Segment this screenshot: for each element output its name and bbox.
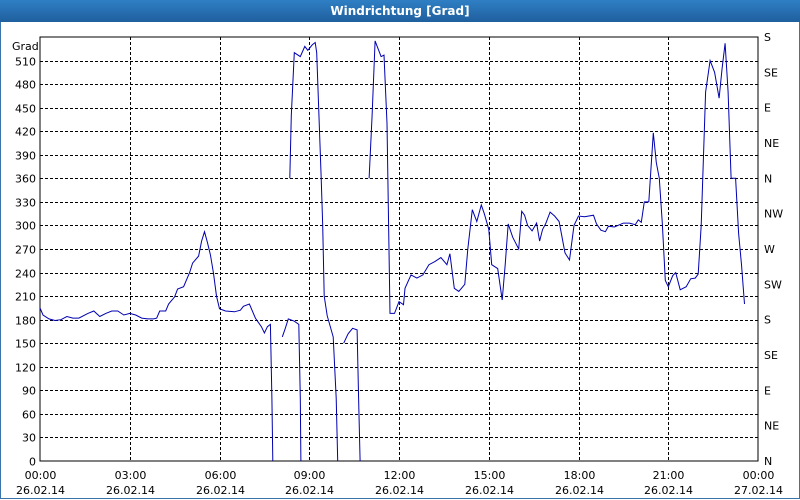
y-tick-label: 120 <box>15 362 36 375</box>
x-tick-date: 26.02.14 <box>16 484 65 497</box>
y-axis-ticks: 0 30 60 90 120 150 180 210 240 270 300 330 360 390 420… <box>15 56 36 469</box>
x-tick-time: 00:00 <box>25 469 57 482</box>
x-tick-date: 26.02.14 <box>644 484 693 497</box>
y-tick-label: 420 <box>15 126 36 139</box>
series-line-segment <box>368 40 745 314</box>
x-tick-time: 03:00 <box>115 469 147 482</box>
y-tick-label: 180 <box>15 315 36 328</box>
x-tick-date: 26.02.14 <box>465 484 514 497</box>
y-axis-label: Grad <box>12 40 39 53</box>
x-tick-time: 00:00 <box>743 469 775 482</box>
right-tick-label: W <box>764 243 775 256</box>
right-axis-ticks: N NE E SE S SW W NW N NE E SE S <box>764 31 783 468</box>
y-tick-label: 300 <box>15 220 36 233</box>
series-line-segment <box>343 327 361 462</box>
y-tick-label: 360 <box>15 173 36 186</box>
series-line-segment <box>281 318 302 462</box>
y-tick-label: 270 <box>15 244 36 257</box>
y-tick-label: 0 <box>29 456 36 469</box>
x-tick-date: 26.02.14 <box>196 484 245 497</box>
y-tick-label: 450 <box>15 103 36 116</box>
grid-lines <box>39 36 759 462</box>
right-tick-label: SE <box>764 349 778 362</box>
x-tick-date: 26.02.14 <box>555 484 604 497</box>
x-tick-date: 27.02.14 <box>734 484 783 497</box>
x-tick-date: 26.02.14 <box>285 484 334 497</box>
series-line-segment <box>39 229 274 462</box>
right-tick-label: SW <box>764 278 782 291</box>
y-tick-label: 390 <box>15 150 36 163</box>
right-tick-label: E <box>764 102 771 115</box>
series-group <box>39 40 745 462</box>
right-tick-label: N <box>764 172 772 185</box>
y-tick-label: 510 <box>15 56 36 69</box>
x-tick-date: 26.02.14 <box>375 484 424 497</box>
y-tick-label: 90 <box>22 385 36 398</box>
x-tick-time: 12:00 <box>384 469 416 482</box>
right-tick-label: NW <box>764 208 783 221</box>
right-tick-label: N <box>764 455 772 468</box>
line-chart: 0 30 60 90 120 150 180 210 240 270 300 330 360 390 420… <box>12 31 783 497</box>
y-tick-label: 30 <box>22 432 36 445</box>
y-tick-label: 480 <box>15 79 36 92</box>
right-tick-label: S <box>764 314 771 327</box>
y-tick-label: 60 <box>22 409 36 422</box>
right-tick-label: E <box>764 384 771 397</box>
x-tick-date: 26.02.14 <box>106 484 155 497</box>
y-tick-label: 240 <box>15 268 36 281</box>
y-tick-label: 150 <box>15 338 36 351</box>
y-tick-label: 210 <box>15 291 36 304</box>
x-axis-ticks: 00:00 26.02.14 03:00 26.02.14 06:00 26.02.14 0… <box>16 469 783 497</box>
x-tick-time: 06:00 <box>205 469 237 482</box>
right-tick-label: NE <box>764 420 779 433</box>
x-tick-time: 09:00 <box>294 469 326 482</box>
x-tick-time: 21:00 <box>653 469 685 482</box>
right-tick-label: SE <box>764 66 778 79</box>
series-line-segment <box>289 41 339 462</box>
right-tick-label: NE <box>764 137 779 150</box>
x-tick-time: 18:00 <box>564 469 596 482</box>
x-tick-time: 15:00 <box>474 469 506 482</box>
right-tick-label: S <box>764 31 771 44</box>
y-tick-label: 330 <box>15 197 36 210</box>
